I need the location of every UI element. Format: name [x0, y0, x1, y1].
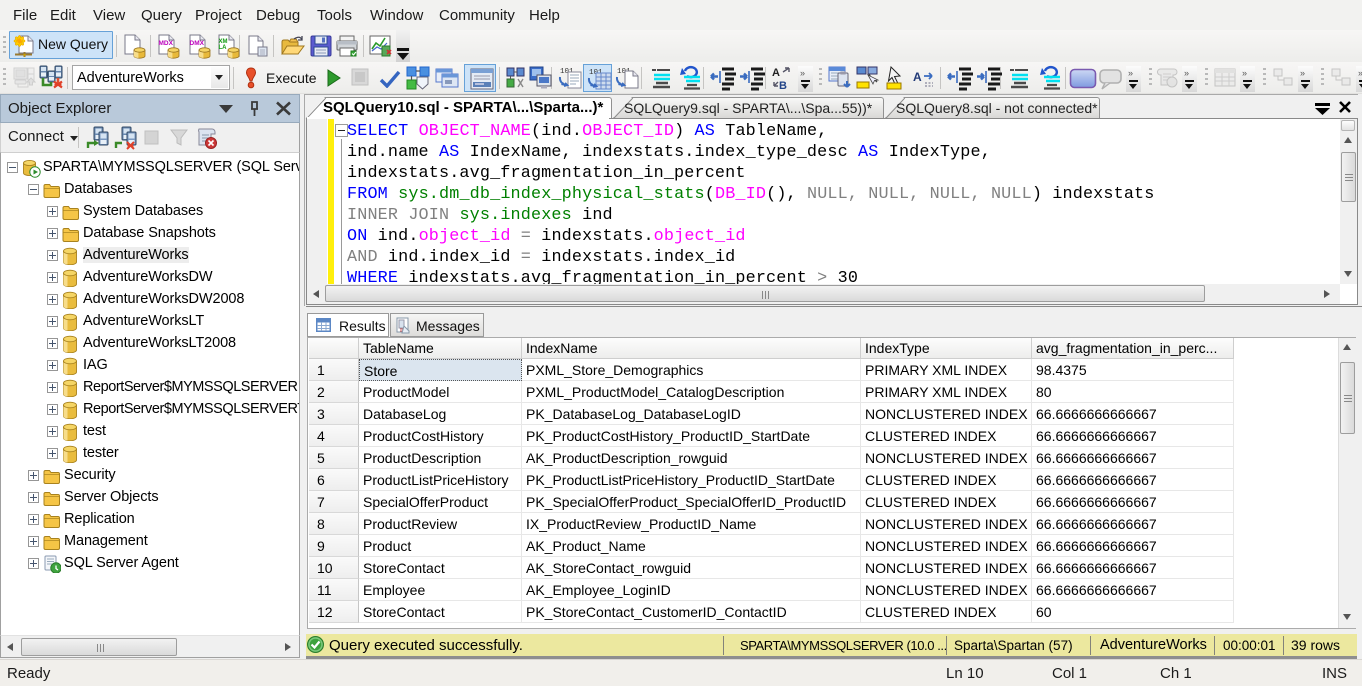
- svg-text:A: A: [913, 70, 922, 84]
- svg-text:DMX: DMX: [190, 40, 205, 47]
- svg-text:MDX: MDX: [159, 40, 174, 47]
- svg-text:A: A: [772, 67, 780, 79]
- svg-text:B: B: [779, 80, 787, 91]
- svg-text:LA: LA: [219, 45, 228, 51]
